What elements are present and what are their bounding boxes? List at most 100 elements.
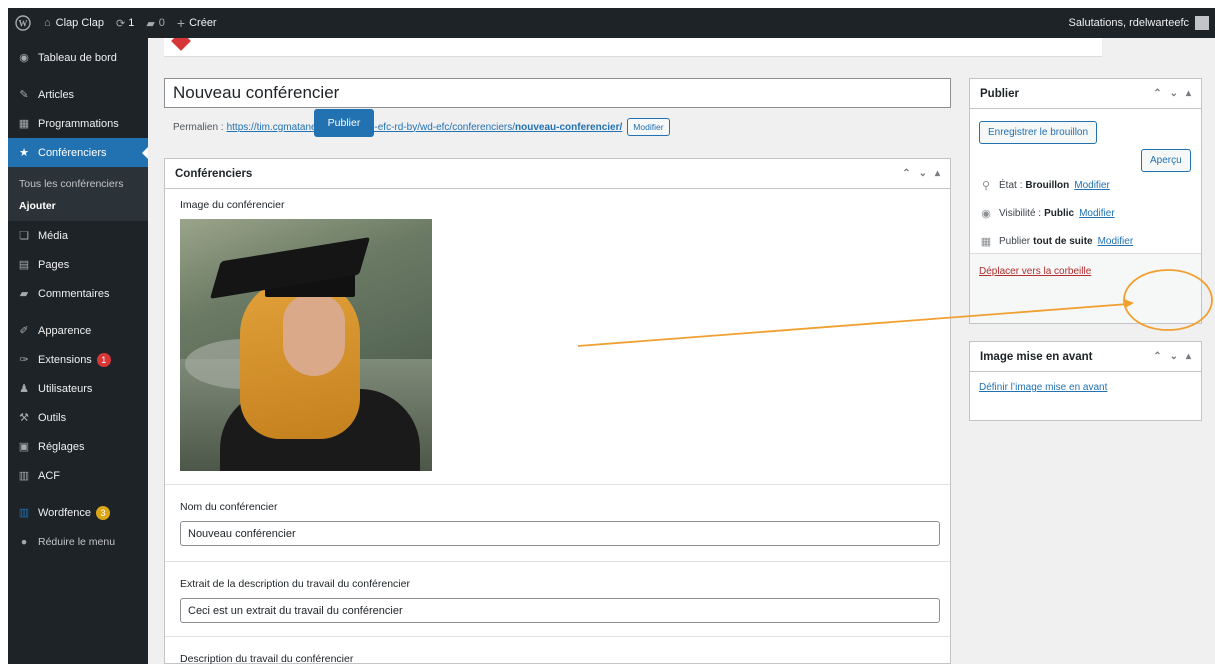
metabox-title: Image mise en avant (980, 350, 1093, 363)
permalink-link[interactable]: https://tim.cgmatane.qc.ca/wd/wd-efc-rd-… (227, 122, 623, 133)
sidebar-item-pages[interactable]: ▤ Pages (8, 250, 148, 279)
wordpress-logo-icon[interactable]: W (8, 8, 38, 38)
sidebar-item-label: Extensions (38, 353, 92, 366)
speaker-excerpt-field: Extrait de la description du travail du … (165, 562, 950, 637)
paintbrush-icon: ✐ (19, 325, 29, 337)
status-value: Brouillon (1025, 179, 1070, 191)
move-to-trash-link[interactable]: Déplacer vers la corbeille (979, 266, 1091, 277)
speaker-image-field: Image du conférencier (165, 189, 950, 485)
svg-text:W: W (19, 19, 28, 29)
main-content: Permalien : https://tim.cgmatane.qc.ca/w… (148, 38, 1215, 664)
move-down-icon[interactable]: ⌄ (1170, 351, 1178, 362)
toggle-panel-icon[interactable]: ▴ (1186, 351, 1191, 362)
sidebar-item-label: Programmations (38, 117, 119, 130)
comments-link[interactable]: ▰ 0 (140, 8, 171, 38)
speaker-name-field: Nom du conférencier Nouveau conférencier (165, 485, 950, 562)
sidebar-item-conferenciers[interactable]: ★ Conférenciers (8, 138, 149, 167)
new-content-link[interactable]: + Créer (171, 8, 223, 38)
field-label: Extrait de la description du travail du … (180, 578, 410, 590)
sidebar-item-label: Articles (38, 88, 75, 101)
programmations-icon: ▦ (18, 118, 30, 130)
status-edit-link[interactable]: Modifier (1074, 180, 1110, 191)
sidebar-item-label: Outils (38, 411, 67, 424)
metabox-title: Publier (980, 87, 1019, 100)
sidebar-item-tools[interactable]: ⚒ Outils (8, 403, 148, 432)
toggle-panel-icon[interactable]: ▴ (1186, 88, 1191, 99)
metabox-header: Image mise en avant ⌃ ⌄ ▴ (970, 342, 1201, 372)
submenu-add-speaker[interactable]: Ajouter (8, 195, 148, 217)
sidebar-item-users[interactable]: ♟ Utilisateurs (8, 374, 148, 403)
metabox-handles: ⌃ ⌄ ▴ (902, 168, 940, 179)
eye-icon: ◉ (981, 207, 991, 220)
move-down-icon[interactable]: ⌄ (919, 168, 927, 179)
refresh-icon: ⟳ (115, 17, 126, 30)
sidebar-item-label: Wordfence (38, 506, 91, 519)
collapse-menu-label: Réduire le menu (38, 535, 116, 548)
sidebar-item-settings[interactable]: ▣ Réglages (8, 432, 148, 461)
publish-major-actions: Déplacer vers la corbeille (970, 253, 1201, 323)
speakers-metabox: Conférenciers ⌃ ⌄ ▴ Image du conférencie… (164, 158, 951, 664)
speaker-excerpt-input[interactable]: Ceci est un extrait du travail du confér… (180, 598, 940, 623)
site-name-link[interactable]: ⌂ Clap Clap (38, 8, 110, 38)
status-row: ⚲ État : Brouillon Modifier (970, 171, 1201, 199)
sidebar-item-dashboard[interactable]: ◉ Tableau de bord (8, 43, 148, 72)
publish-button[interactable]: Publier (314, 109, 374, 137)
updates-link[interactable]: ⟳ 1 (110, 8, 140, 38)
account-menu[interactable]: Salutations, rdelwarteefc (1063, 8, 1215, 38)
sidebar-item-label: Média (38, 229, 68, 242)
new-content-label: Créer (189, 17, 217, 29)
calendar-icon: ▦ (980, 235, 992, 248)
move-up-icon[interactable]: ⌃ (902, 168, 910, 179)
schedule-edit-link[interactable]: Modifier (1098, 236, 1134, 247)
admin-bar: W ⌂ Clap Clap ⟳ 1 ▰ 0 + Créer Salutation… (8, 8, 1215, 38)
move-up-icon[interactable]: ⌃ (1153, 351, 1161, 362)
speaker-name-input[interactable]: Nouveau conférencier (180, 521, 940, 546)
publish-metabox: Publier ⌃ ⌄ ▴ Enregistrer le brouillon A… (969, 78, 1202, 324)
schedule-row: ▦ Publier tout de suite Modifier (970, 227, 1201, 255)
status-label: État : (999, 179, 1023, 191)
pin-icon: ✎ (19, 89, 29, 101)
metabox-title: Conférenciers (175, 167, 253, 180)
home-icon: ⌂ (44, 17, 51, 29)
sidebar-item-extensions[interactable]: ✑ Extensions 1 (8, 345, 148, 374)
sidebar-item-label: ACF (38, 469, 60, 482)
schedule-label: Publier (999, 235, 1031, 247)
permalink-label: Permalien : (173, 121, 224, 133)
sidebar-item-comments[interactable]: ▰ Commentaires (8, 279, 148, 308)
publish-minor-actions: Enregistrer le brouillon Aperçu (970, 109, 1201, 172)
submenu-all-speakers[interactable]: Tous les conférenciers (8, 173, 148, 195)
move-down-icon[interactable]: ⌄ (1170, 88, 1178, 99)
sidebar-item-acf[interactable]: ▥ ACF (8, 461, 148, 490)
plug-icon: ✑ (19, 354, 29, 366)
metabox-handles: ⌃ ⌄ ▴ (1153, 351, 1191, 362)
field-label: Image du conférencier (180, 199, 285, 211)
sidebar-item-label: Apparence (38, 324, 92, 337)
avatar (1195, 16, 1209, 30)
post-title-input[interactable] (164, 78, 951, 108)
featured-image-metabox: Image mise en avant ⌃ ⌄ ▴ Définir l’imag… (969, 341, 1202, 421)
sidebar-item-wordfence[interactable]: ▥ Wordfence 3 (8, 498, 148, 527)
permalink-edit-button[interactable]: Modifier (627, 118, 670, 136)
set-featured-image-link[interactable]: Définir l’image mise en avant (970, 372, 1201, 403)
metabox-header: Publier ⌃ ⌄ ▴ (970, 79, 1201, 109)
metabox-header: Conférenciers ⌃ ⌄ ▴ (165, 159, 950, 189)
save-draft-button[interactable]: Enregistrer le brouillon (979, 121, 1098, 144)
toggle-panel-icon[interactable]: ▴ (935, 168, 940, 179)
extensions-update-badge: 1 (96, 352, 111, 367)
visibility-value: Public (1044, 207, 1075, 219)
sidebar-item-media[interactable]: ❏ Média (8, 221, 148, 250)
sidebar-item-label: Pages (38, 258, 70, 271)
sidebar-item-appearance[interactable]: ✐ Apparence (8, 316, 148, 345)
plus-icon: + (176, 15, 186, 31)
sidebar-item-programmations[interactable]: ▦ Programmations (8, 109, 148, 138)
speaker-photo[interactable] (180, 219, 432, 471)
sidebar-item-articles[interactable]: ✎ Articles (8, 80, 148, 109)
sidebar-item-label: Utilisateurs (38, 382, 93, 395)
sidebar-item-label: Réglages (38, 440, 85, 453)
move-up-icon[interactable]: ⌃ (1153, 88, 1161, 99)
preview-button[interactable]: Aperçu (1141, 149, 1191, 172)
comment-icon: ▰ (19, 288, 29, 300)
users-icon: ♟ (19, 383, 29, 395)
collapse-menu-button[interactable]: ● Réduire le menu (8, 527, 148, 556)
visibility-edit-link[interactable]: Modifier (1079, 208, 1115, 219)
